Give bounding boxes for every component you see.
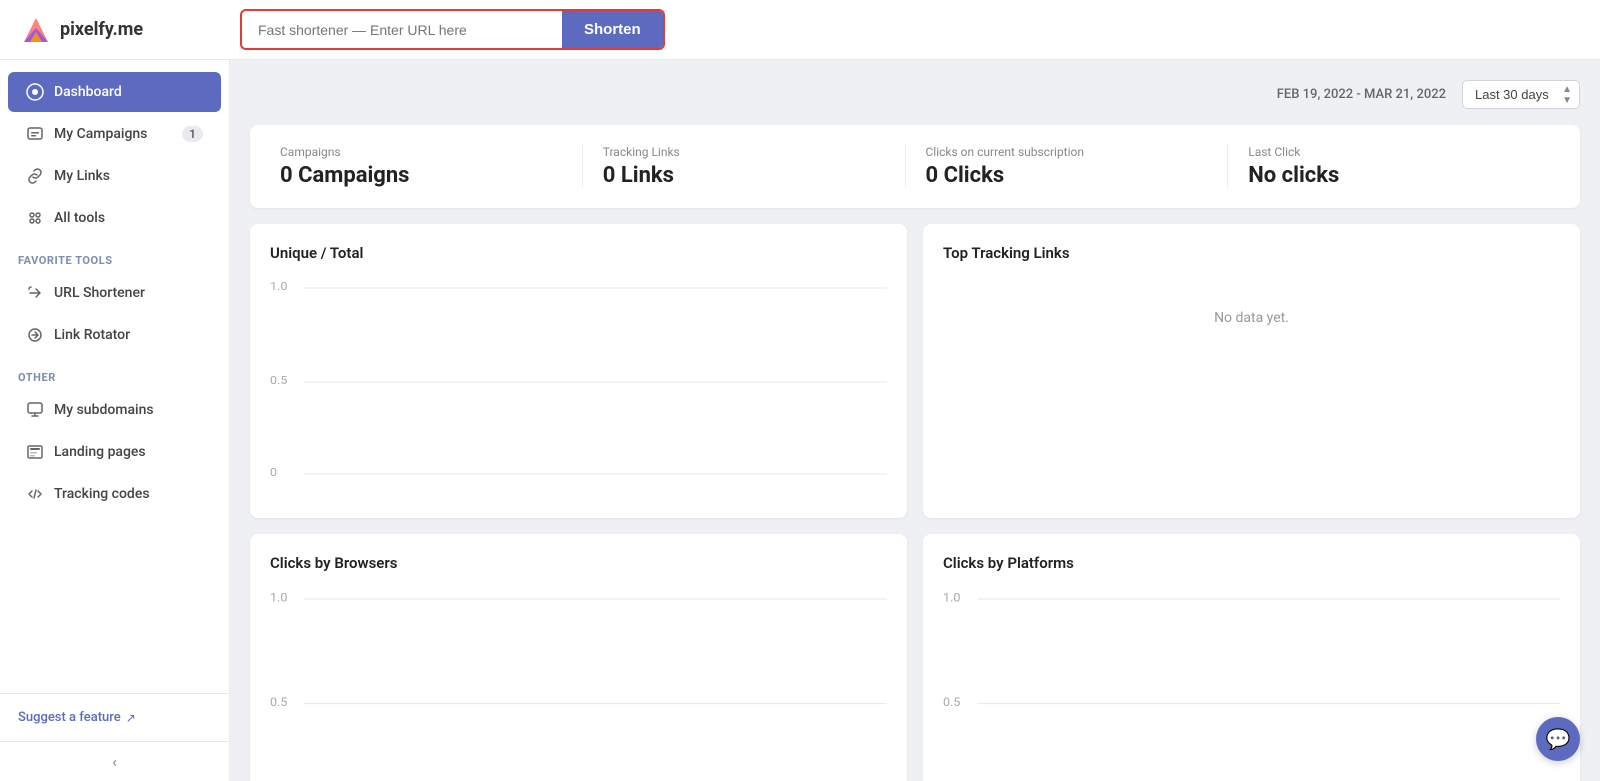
stat-last-click: Last Click No clicks [1228,145,1550,188]
clicks-browsers-chart-card: Clicks by Browsers 1.0 0.5 [250,534,907,781]
shorten-button[interactable]: Shorten [562,11,663,48]
stat-clicks-label: Clicks on current subscription [926,145,1208,159]
sidebar-item-links-label: My Links [54,168,110,184]
logo-icon [20,14,52,46]
date-range-text: FEB 19, 2022 - MAR 21, 2022 [1277,87,1446,102]
logo-text: pixelfy.me [60,19,143,40]
stat-campaigns: Campaigns 0 Campaigns [280,145,583,188]
chat-widget-icon: 💬 [1546,727,1571,751]
sidebar-item-url-shortener-label: URL Shortener [54,285,145,301]
sidebar-item-campaigns[interactable]: My Campaigns 1 [8,114,221,154]
logo: pixelfy.me [20,14,220,46]
sidebar-item-links[interactable]: My Links [8,156,221,196]
subdomains-icon [26,401,44,419]
url-shortener-bar[interactable]: Shorten [240,9,665,50]
stat-campaigns-label: Campaigns [280,145,562,159]
clicks-platforms-chart-card: Clicks by Platforms 1.0 0.5 [923,534,1580,781]
sidebar-item-link-rotator-label: Link Rotator [54,327,130,343]
date-header: FEB 19, 2022 - MAR 21, 2022 Last 30 days… [250,80,1580,109]
external-link-icon: ↗ [126,711,136,725]
stats-row: Campaigns 0 Campaigns Tracking Links 0 L… [250,125,1580,208]
main-layout: Dashboard My Campaigns 1 My Links Al [0,60,1600,781]
clicks-platforms-chart-title: Clicks by Platforms [943,554,1560,572]
tracking-codes-icon [26,485,44,503]
unique-total-chart-card: Unique / Total 1.0 0.5 0 12AM 3AM [250,224,907,518]
topbar: pixelfy.me Shorten [0,0,1600,60]
sidebar-item-tracking-codes-label: Tracking codes [54,486,150,502]
stat-last-click-value: No clicks [1248,163,1530,188]
unique-total-chart-title: Unique / Total [270,244,887,262]
chat-widget[interactable]: 💬 [1536,717,1580,761]
charts-grid: Unique / Total 1.0 0.5 0 12AM 3AM [250,224,1580,781]
clicks-browsers-chart-area: 1.0 0.5 [270,588,887,781]
links-icon [26,167,44,185]
stat-links-value: 0 Links [603,163,885,188]
clicks-platforms-chart-svg: 1.0 0.5 [943,588,1560,781]
unique-total-chart-area: 1.0 0.5 0 12AM 3AM 6AM 9AM 12PM 3PM [270,278,887,498]
suggest-feature-link[interactable]: Suggest a feature ↗ [18,710,211,725]
sidebar-item-tracking-codes[interactable]: Tracking codes [8,474,221,514]
sidebar-item-campaigns-label: My Campaigns [54,126,147,142]
tools-icon [26,209,44,227]
dashboard-icon [26,83,44,101]
svg-text:1.0: 1.0 [270,280,287,293]
stat-links: Tracking Links 0 Links [583,145,906,188]
sidebar-item-landing-pages[interactable]: Landing pages [8,432,221,472]
sidebar-item-url-shortener[interactable]: URL Shortener [8,273,221,313]
svg-text:1.0: 1.0 [270,591,287,605]
sidebar-nav: Dashboard My Campaigns 1 My Links Al [0,60,229,693]
url-input[interactable] [242,14,562,46]
sidebar-item-dashboard[interactable]: Dashboard [8,72,221,112]
svg-text:0.5: 0.5 [270,374,288,387]
content-area: FEB 19, 2022 - MAR 21, 2022 Last 30 days… [230,60,1600,781]
date-select-wrapper[interactable]: Last 30 days ▲▼ [1462,80,1580,109]
sidebar-collapse-button[interactable]: ‹ [0,741,229,781]
campaigns-badge: 1 [182,126,203,142]
clicks-platforms-chart-area: 1.0 0.5 [943,588,1560,781]
sidebar-item-landing-pages-label: Landing pages [54,444,146,460]
stat-last-click-label: Last Click [1248,145,1530,159]
top-links-chart-card: Top Tracking Links No data yet. [923,224,1580,518]
other-section: OTHER [0,357,229,388]
sidebar-item-subdomains[interactable]: My subdomains [8,390,221,430]
stat-clicks-value: 0 Clicks [926,163,1208,188]
stat-clicks: Clicks on current subscription 0 Clicks [906,145,1229,188]
sidebar-item-tools-label: All tools [54,210,105,226]
clicks-browsers-chart-title: Clicks by Browsers [270,554,887,572]
favorite-tools-section: FAVORITE TOOLS [0,240,229,271]
date-range-select[interactable]: Last 30 days [1462,80,1580,109]
sidebar-item-link-rotator[interactable]: Link Rotator [8,315,221,355]
svg-text:1.0: 1.0 [943,591,960,605]
sidebar-item-tools[interactable]: All tools [8,198,221,238]
landing-pages-icon [26,443,44,461]
sidebar-item-dashboard-label: Dashboard [54,84,122,100]
unique-total-chart-svg: 1.0 0.5 0 12AM 3AM 6AM 9AM 12PM 3PM [270,278,887,478]
svg-text:0.5: 0.5 [943,696,960,710]
stat-links-label: Tracking Links [603,145,885,159]
stat-campaigns-value: 0 Campaigns [280,163,562,188]
top-links-chart-title: Top Tracking Links [943,244,1560,262]
sidebar-item-subdomains-label: My subdomains [54,402,154,418]
sidebar: Dashboard My Campaigns 1 My Links Al [0,60,230,781]
svg-text:0.5: 0.5 [270,696,287,710]
svg-text:0: 0 [270,466,277,478]
campaigns-icon [26,125,44,143]
url-shortener-icon [26,284,44,302]
clicks-browsers-chart-svg: 1.0 0.5 [270,588,887,781]
link-rotator-icon [26,326,44,344]
sidebar-footer: Suggest a feature ↗ [0,693,229,741]
top-links-no-data: No data yet. [943,278,1560,358]
